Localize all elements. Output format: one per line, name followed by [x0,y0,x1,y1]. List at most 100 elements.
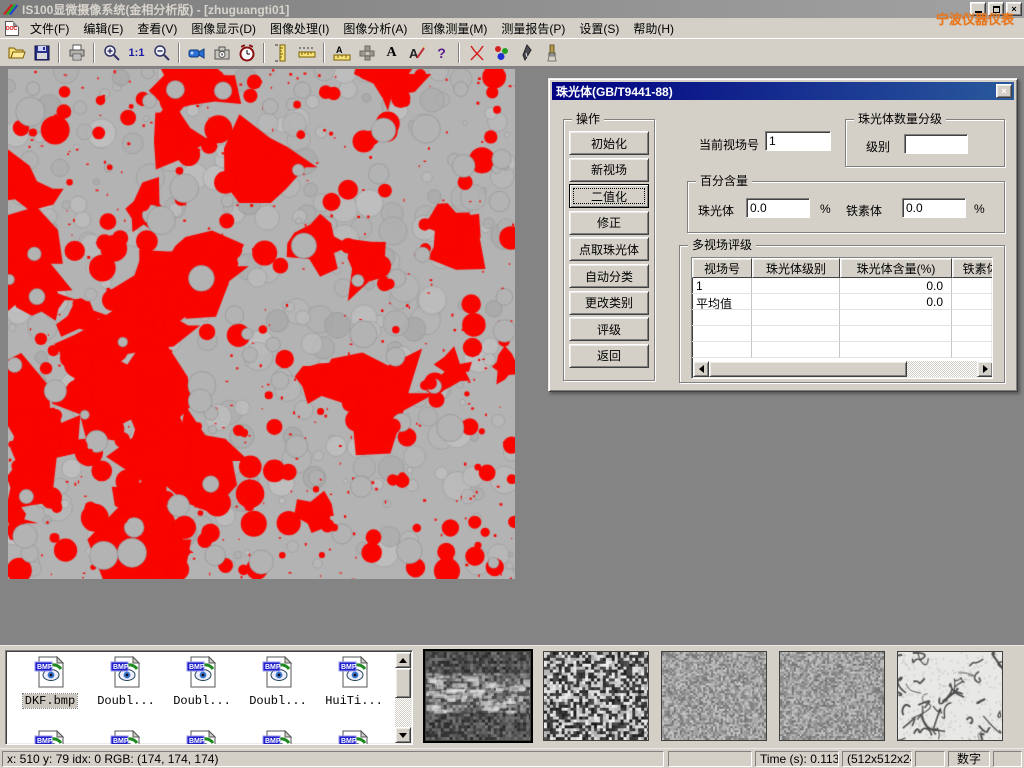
bmp-eye-icon: BMP [109,729,143,745]
menu-item-6[interactable]: 图像测量(M) [414,18,494,39]
pearlite-percent-input[interactable] [746,198,810,218]
file-scrollbar-thumb[interactable] [395,668,411,698]
menu-item-7[interactable]: 测量报告(P) [494,18,572,39]
table-header-2[interactable]: 珠光体含量(%) [840,258,952,278]
menu-item-2[interactable]: 查看(V) [130,18,184,39]
op-button-3[interactable]: 修正 [569,211,649,235]
file-item-row2-3[interactable]: BMP [242,729,314,745]
table-header-1[interactable]: 珠光体级别 [752,258,840,278]
thumbnail-high-contrast-blobs[interactable] [543,651,649,741]
caliper-button[interactable] [269,41,294,65]
curve-tool-button[interactable] [464,41,489,65]
minimize-button[interactable] [970,2,986,16]
metallographic-image-binarized[interactable] [8,69,515,579]
save-button[interactable] [29,41,54,65]
bmp-eye-icon: BMP [33,655,67,689]
phase-balls-button[interactable] [489,41,514,65]
menu-item-9[interactable]: 帮助(H) [626,18,681,39]
op-button-2[interactable]: 二值化 [569,184,649,208]
file-item-row2-0[interactable]: BMP [14,729,86,745]
thumbnail-fine-speckle[interactable] [661,651,767,741]
zoom-out-button[interactable] [149,41,174,65]
status-blank-2 [915,751,945,767]
scroll-right-icon[interactable] [977,361,993,377]
op-button-1[interactable]: 新视场 [569,158,649,182]
op-button-5[interactable]: 自动分类 [569,264,649,288]
op-button-4[interactable]: 点取珠光体 [569,237,649,261]
menu-item-8[interactable]: 设置(S) [572,18,626,39]
dialog-title-bar[interactable]: 珠光体(GB/T9441-88) × [552,82,1014,100]
file-item-doubl-[interactable]: BMPDoubl... [166,655,238,708]
scroll-up-icon[interactable] [395,652,411,668]
table-cell [692,342,752,358]
op-button-7[interactable]: 评级 [569,317,649,341]
brush-tool-button[interactable] [539,41,564,65]
scroll-left-icon[interactable] [693,361,709,377]
table-cell [952,294,993,310]
table-row[interactable] [692,342,992,358]
file-item-huiti-[interactable]: BMPHuiTi... [318,655,390,708]
scrollbar-track[interactable] [709,361,977,377]
help-button[interactable]: ? [429,41,454,65]
status-image-size: (512x512x24) [842,751,912,767]
op-button-0[interactable]: 初始化 [569,131,649,155]
op-button-8[interactable]: 返回 [569,344,649,368]
file-item-row2-1[interactable]: BMP [90,729,162,745]
file-item-row2-2[interactable]: BMP [166,729,238,745]
scroll-down-icon[interactable] [395,727,411,743]
mdi-document-icon[interactable] [5,21,19,36]
ruler-button[interactable] [294,41,319,65]
annotate-button[interactable]: A [404,41,429,65]
level-input[interactable] [904,134,968,154]
file-item-dkf-bmp[interactable]: BMPDKF.bmp [14,655,86,708]
file-item-doubl-[interactable]: BMPDoubl... [242,655,314,708]
table-row[interactable]: 10.0 [692,278,992,294]
file-item-doubl-[interactable]: BMPDoubl... [90,655,162,708]
close-button[interactable]: × [1006,2,1022,16]
table-cell: 0.0 [840,294,952,310]
table-header-3[interactable]: 铁素体含量(%) [952,258,993,278]
zoom-in-button[interactable] [99,41,124,65]
thumbnail-fine-speckle[interactable] [779,651,885,741]
print-button[interactable] [64,41,89,65]
table-header-0[interactable]: 视场号 [692,258,752,278]
timer-button[interactable] [234,41,259,65]
bmp-eye-icon: BMP [337,729,371,745]
open-file-button[interactable] [4,41,29,65]
pen-tool-button[interactable] [514,41,539,65]
text-button[interactable]: A [379,41,404,65]
menu-item-0[interactable]: 文件(F) [23,18,76,39]
bmp-eye-icon: BMP [261,729,295,745]
ferrite-percent-input[interactable] [902,198,966,218]
dialog-close-icon[interactable]: × [996,84,1012,98]
status-mode: 数字 [948,751,990,767]
table-row[interactable] [692,310,992,326]
table-row[interactable]: 平均值0.0 [692,294,992,310]
thumbnail-coarse-dark-structure[interactable] [425,651,531,741]
table-cell [752,310,840,326]
current-field-input[interactable] [765,131,831,151]
bmp-eye-icon: BMP [261,655,295,689]
caliper-icon [272,43,292,63]
bmp-eye-icon: BMP [109,655,143,689]
table-row[interactable] [692,326,992,342]
grading-group-label: 珠光体数量分级 [854,112,946,126]
toolbar-separator [93,43,95,63]
measure-text-button[interactable]: A [329,41,354,65]
video-capture-button[interactable] [184,41,209,65]
grid-button[interactable] [354,41,379,65]
text-icon: A [386,45,396,61]
table-horizontal-scrollbar[interactable] [693,361,993,377]
menu-item-5[interactable]: 图像分析(A) [336,18,414,39]
menu-item-3[interactable]: 图像显示(D) [184,18,263,39]
actual-size-button[interactable]: 1:1 [124,41,149,65]
camera-capture-button[interactable] [209,41,234,65]
menu-item-4[interactable]: 图像处理(I) [263,18,336,39]
menu-item-1[interactable]: 编辑(E) [76,18,130,39]
file-list-scrollbar[interactable] [395,652,411,743]
thumbnail-light-graphite-flakes[interactable] [897,651,1003,741]
op-button-6[interactable]: 更改类别 [569,291,649,315]
scrollbar-thumb[interactable] [709,361,907,377]
file-item-row2-4[interactable]: BMP [318,729,390,745]
restore-button[interactable] [988,2,1004,16]
